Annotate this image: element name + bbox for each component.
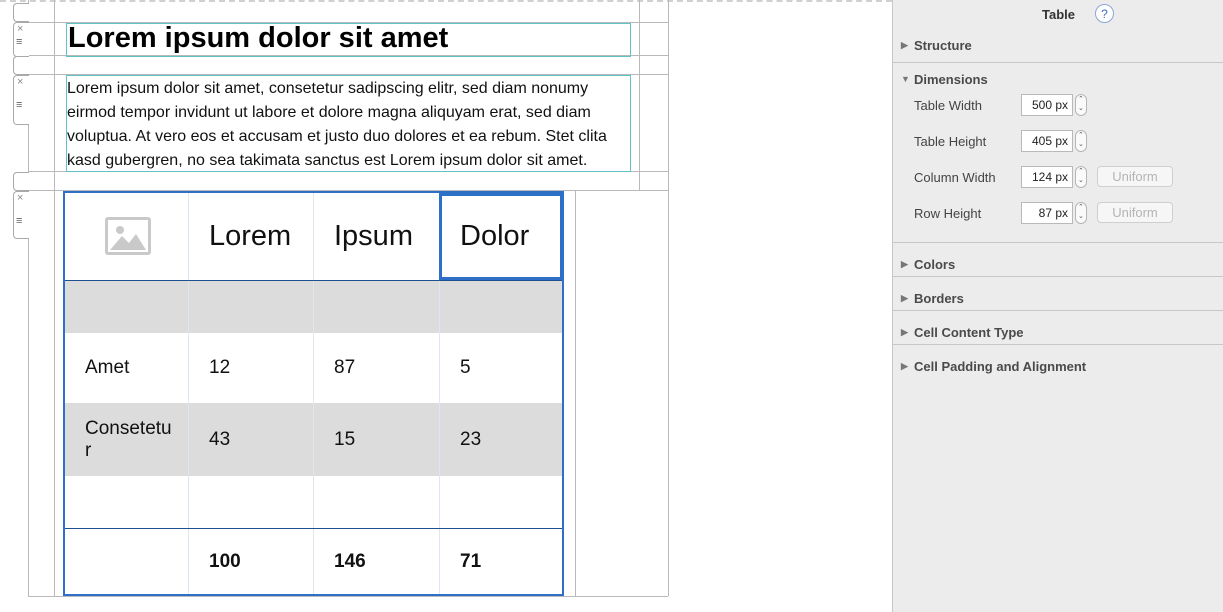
block-handle[interactable] (13, 172, 29, 191)
layout-guide (639, 0, 640, 190)
drag-handle-icon[interactable]: ≡ (16, 216, 22, 227)
section-cell-padding-alignment[interactable]: ▶ Cell Padding and Alignment (893, 351, 1223, 385)
column-width-field[interactable]: 124 px (1021, 166, 1073, 188)
table-height-field[interactable]: 405 px (1021, 130, 1073, 152)
disclosure-right-icon: ▶ (901, 361, 908, 371)
table-cell[interactable]: 23 (440, 403, 562, 476)
table-total-cell[interactable]: 100 (189, 529, 314, 594)
image-placeholder-icon (105, 217, 151, 255)
table-cell[interactable]: 15 (314, 403, 440, 476)
table-cell[interactable]: Consetetur (65, 403, 189, 476)
row-height-label: Row Height (914, 206, 982, 221)
table-cell[interactable] (65, 476, 189, 528)
paragraph-block-handle[interactable]: × ≡ (13, 75, 29, 125)
help-button[interactable]: ? (1095, 4, 1114, 23)
divider (893, 310, 1223, 311)
disclosure-right-icon: ▶ (901, 327, 908, 337)
table-cell[interactable] (440, 476, 562, 528)
table-width-stepper[interactable]: ⌃ ⌄ (1075, 94, 1087, 116)
remove-block-icon[interactable]: × (17, 192, 23, 204)
table-header-cell[interactable]: Ipsum (314, 193, 440, 280)
column-width-stepper[interactable]: ⌃ ⌄ (1075, 166, 1087, 188)
divider (893, 344, 1223, 345)
section-structure[interactable]: ▶ Structure (893, 30, 1223, 64)
uniform-row-height-button[interactable]: Uniform (1097, 202, 1173, 223)
table-total-cell[interactable]: 71 (440, 529, 562, 594)
table-height-label: Table Height (914, 134, 987, 149)
heading-block[interactable]: Lorem ipsum dolor sit amet (68, 22, 448, 55)
table-width-field[interactable]: 500 px (1021, 94, 1073, 116)
section-dimensions[interactable]: ▼ Dimensions (893, 64, 1223, 98)
table-cell[interactable] (189, 476, 314, 528)
table-row (65, 476, 562, 529)
paragraph-block[interactable]: Lorem ipsum dolor sit amet, consetetur s… (67, 77, 627, 173)
section-cell-content-type[interactable]: ▶ Cell Content Type (893, 317, 1223, 351)
table-cell[interactable] (65, 281, 189, 333)
drag-handle-icon[interactable]: ≡ (16, 100, 22, 111)
table-row: Consetetur 43 15 23 (65, 403, 562, 476)
layout-guide (668, 0, 669, 596)
table-footer-row: 100 146 71 (65, 529, 562, 594)
column-width-label: Column Width (914, 170, 996, 185)
block-handle[interactable] (13, 3, 29, 22)
row-height-stepper[interactable]: ⌃ ⌄ (1075, 202, 1087, 224)
inspector-panel: Table ? ▶ Structure ▼ Dimensions Table W… (892, 0, 1223, 612)
layout-guide (28, 596, 668, 597)
table-cell[interactable] (314, 476, 440, 528)
divider (893, 62, 1223, 63)
table-header-cell[interactable] (65, 193, 189, 280)
table-header-cell[interactable]: Lorem (189, 193, 314, 280)
page-top-edge (0, 0, 892, 2)
disclosure-right-icon: ▶ (901, 40, 908, 50)
uniform-column-width-button[interactable]: Uniform (1097, 166, 1173, 187)
table-total-cell[interactable]: 146 (314, 529, 440, 594)
table-cell[interactable]: 12 (189, 333, 314, 403)
remove-block-icon[interactable]: × (17, 76, 23, 88)
disclosure-right-icon: ▶ (901, 293, 908, 303)
table-cell[interactable]: 87 (314, 333, 440, 403)
section-borders[interactable]: ▶ Borders (893, 283, 1223, 317)
divider (893, 242, 1223, 243)
divider (893, 276, 1223, 277)
disclosure-right-icon: ▶ (901, 259, 908, 269)
disclosure-down-icon: ▼ (901, 74, 910, 84)
row-height-field[interactable]: 87 px (1021, 202, 1073, 224)
table-cell[interactable]: 43 (189, 403, 314, 476)
selected-cell-outline (439, 193, 563, 280)
drag-handle-icon[interactable]: ≡ (16, 37, 22, 48)
table-total-cell[interactable] (65, 529, 189, 594)
table-cell[interactable]: 5 (440, 333, 562, 403)
inspector-title: Table (1042, 7, 1075, 22)
table-width-label: Table Width (914, 98, 982, 113)
table-block-handle[interactable]: × ≡ (13, 191, 29, 239)
layout-guide (575, 191, 576, 596)
block-handle[interactable] (13, 56, 29, 75)
section-colors[interactable]: ▶ Colors (893, 249, 1223, 283)
table-height-stepper[interactable]: ⌃ ⌄ (1075, 130, 1087, 152)
editor-canvas: × ≡ × ≡ × ≡ Lorem ipsum dolor sit amet L… (0, 0, 892, 612)
table-cell[interactable]: Amet (65, 333, 189, 403)
table-cell[interactable] (440, 281, 562, 333)
remove-block-icon[interactable]: × (17, 23, 23, 35)
table-row: Amet 12 87 5 (65, 333, 562, 403)
table-cell[interactable] (314, 281, 440, 333)
table-cell[interactable] (189, 281, 314, 333)
layout-guide (54, 0, 55, 596)
table-row (65, 281, 562, 333)
table-block[interactable]: Lorem Ipsum Dolor Amet 12 87 5 Consetetu… (63, 191, 564, 596)
heading-block-handle[interactable]: × ≡ (13, 22, 29, 57)
